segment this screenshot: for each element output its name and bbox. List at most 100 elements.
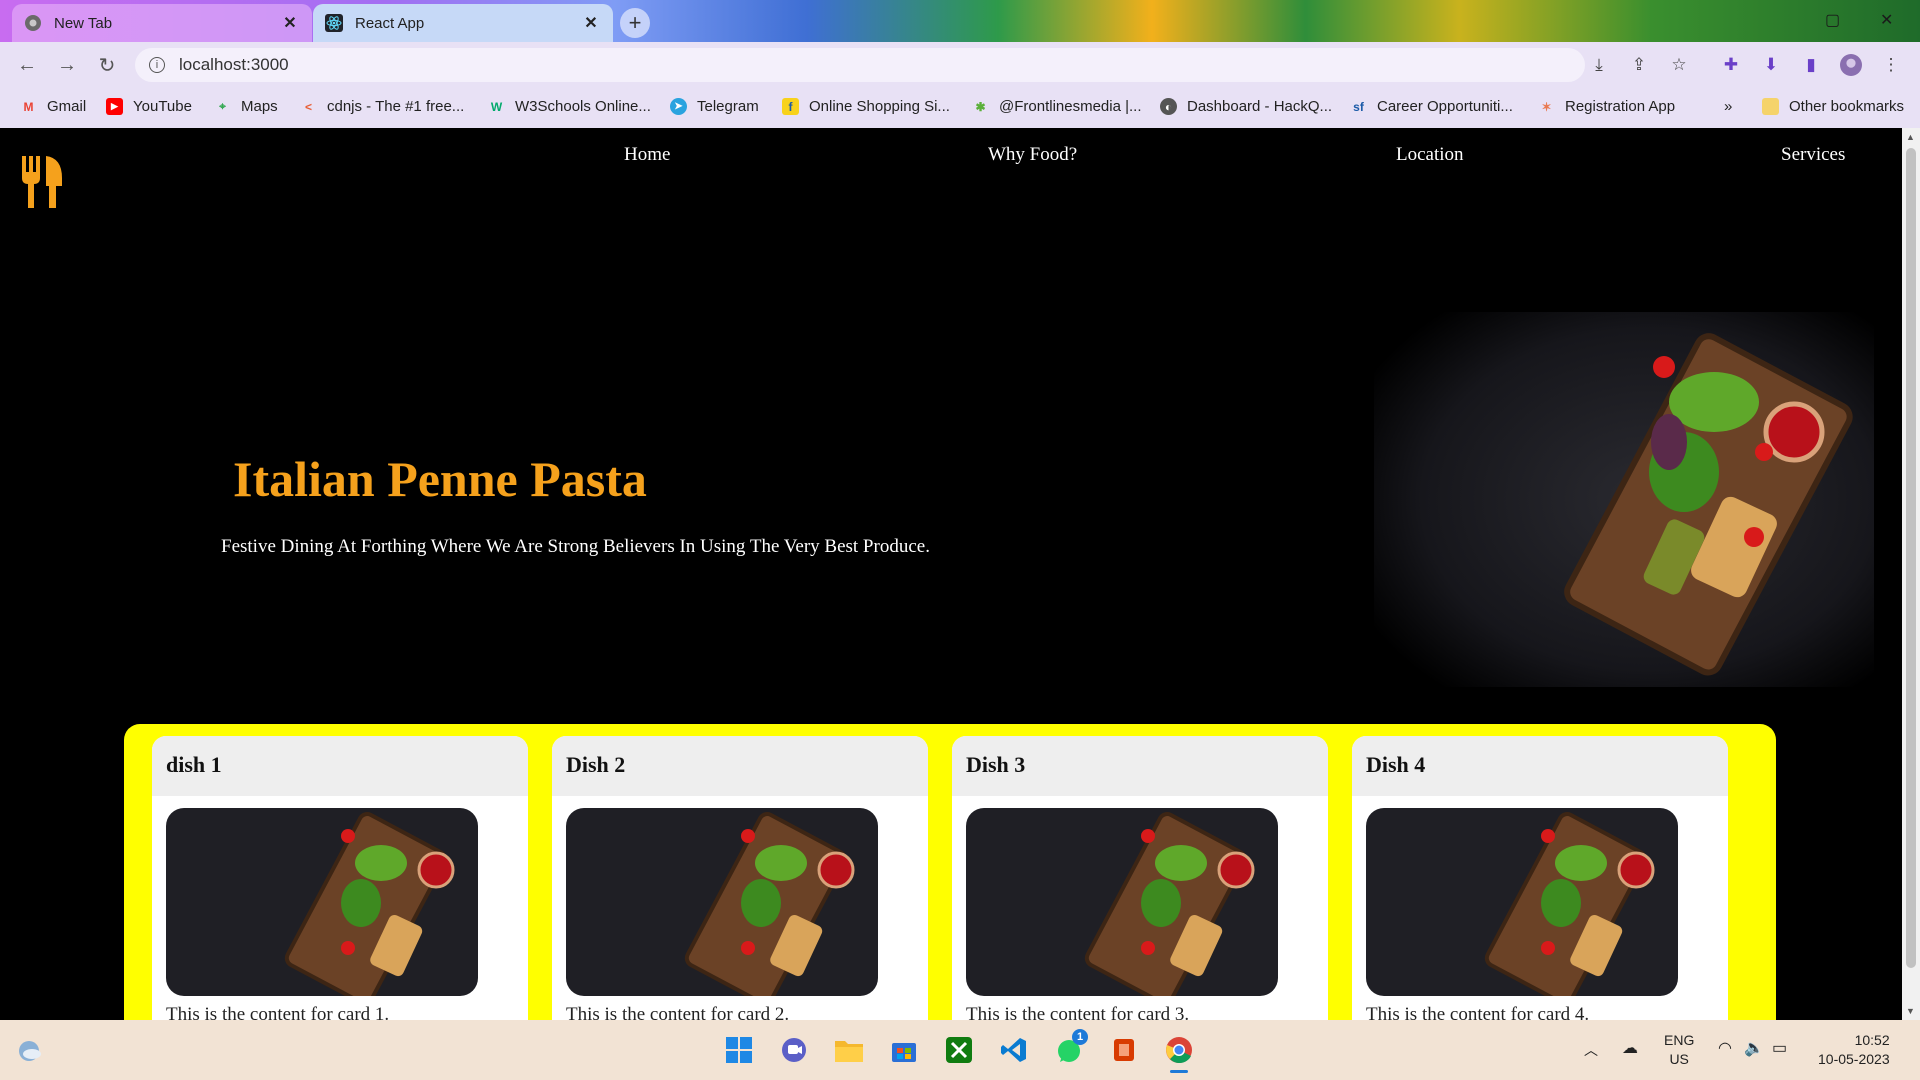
page-viewport: Home Why Food? Location Services Italian… (0, 128, 1920, 1020)
dish-card[interactable]: Dish 2 This is the content for card 2. (552, 736, 928, 1020)
office-icon[interactable] (1107, 1033, 1141, 1067)
whatsapp-icon[interactable]: 1 (1052, 1029, 1088, 1067)
bookmark-label: Dashboard - HackQ... (1187, 98, 1333, 115)
file-explorer-icon[interactable] (832, 1033, 866, 1067)
date-label: 10-05-2023 (1818, 1051, 1890, 1067)
flipkart-icon: f (782, 98, 799, 115)
bookmark-hackq[interactable]: ◐ Dashboard - HackQ... (1160, 98, 1332, 115)
reload-icon[interactable]: ↻ (94, 52, 120, 78)
browser-toolbar: ← → ↻ i localhost:3000 ⤓ ⇪ ☆ ✚ ⬇ ▮ ⋮ (0, 42, 1920, 88)
site-info-icon[interactable]: i (149, 57, 165, 73)
teams-icon[interactable] (777, 1033, 811, 1067)
card-content: This is the content for card 2. (566, 1004, 790, 1020)
language-label: ENG (1664, 1032, 1695, 1048)
card-title: dish 1 (152, 736, 528, 796)
wifi-icon[interactable]: ◠ (1718, 1038, 1732, 1058)
nav-services[interactable]: Services (1781, 144, 1845, 166)
bookmark-label: YouTube (133, 98, 192, 115)
battery-icon[interactable]: ▭ (1772, 1038, 1787, 1058)
tab-new-tab[interactable]: New Tab ✕ (12, 4, 312, 42)
bookmark-telegram[interactable]: ➤ Telegram (670, 98, 759, 115)
avatar[interactable] (1840, 54, 1862, 76)
extensions-icon[interactable]: ✚ (1720, 54, 1742, 76)
dish-cards-container: dish 1 This is the content for card 1. D… (124, 724, 1776, 1020)
bookmark-star-icon[interactable]: ☆ (1668, 54, 1690, 76)
downloads-icon[interactable]: ⬇ (1760, 54, 1782, 76)
other-bookmarks[interactable]: Other bookmarks (1762, 98, 1904, 115)
windows-start-icon[interactable] (722, 1033, 756, 1067)
bookmark-cdnjs[interactable]: < cdnjs - The #1 free... (300, 98, 464, 115)
folder-icon (1762, 98, 1779, 115)
scroll-up-icon[interactable]: ▲ (1906, 132, 1915, 142)
frontlines-icon: ✱ (975, 99, 986, 114)
dish-card[interactable]: Dish 3 This is the content for card 3. (952, 736, 1328, 1020)
close-icon[interactable]: ✕ (581, 13, 601, 33)
notification-badge: 1 (1072, 1029, 1088, 1045)
tab-label: React App (355, 14, 425, 32)
bookmark-frontlines[interactable]: ✱ @Frontlinesmedia |... (972, 98, 1142, 115)
browser-tab-strip: New Tab ✕ React App ✕ + ▢ ✕ (0, 0, 1920, 42)
share-icon[interactable]: ⇪ (1628, 54, 1650, 76)
weather-icon[interactable] (12, 1033, 46, 1067)
url-text: localhost:3000 (179, 55, 289, 74)
bookmark-salesforce[interactable]: sf Career Opportuniti... (1350, 98, 1513, 115)
back-icon[interactable]: ← (14, 52, 40, 78)
card-title: Dish 2 (552, 736, 928, 796)
dish-image (966, 808, 1278, 996)
vscode-icon[interactable] (997, 1033, 1031, 1067)
dish-image (566, 808, 878, 996)
hackq-icon: ◐ (1160, 98, 1177, 115)
bookmark-registration[interactable]: ✶ Registration App (1538, 98, 1675, 115)
bookmark-label: Gmail (47, 98, 87, 115)
bookmark-maps[interactable]: ⌖ Maps (214, 98, 278, 115)
scroll-down-icon[interactable]: ▼ (1906, 1006, 1915, 1016)
card-title: Dish 4 (1352, 736, 1728, 796)
chevron-up-icon[interactable]: ︿ (1584, 1040, 1598, 1060)
dish-card[interactable]: dish 1 This is the content for card 1. (152, 736, 528, 1020)
forward-icon[interactable]: → (54, 52, 80, 78)
dish-card[interactable]: Dish 4 This is the content for card 4. (1352, 736, 1728, 1020)
microsoft-store-icon[interactable] (887, 1033, 921, 1067)
cdnjs-icon: < (304, 99, 312, 114)
bookmark-w3schools[interactable]: W W3Schools Online... (488, 98, 651, 115)
bookmark-label: @Frontlinesmedia |... (999, 98, 1142, 115)
bookmark-flipkart[interactable]: f Online Shopping Si... (782, 98, 950, 115)
close-icon[interactable]: ✕ (280, 13, 300, 33)
bookmark-youtube[interactable]: ▶ YouTube (106, 98, 192, 115)
maps-icon: ⌖ (219, 99, 226, 113)
hero-food-image (1374, 312, 1874, 687)
window-close-icon[interactable]: ✕ (1880, 10, 1893, 30)
nav-home[interactable]: Home (624, 144, 670, 166)
time-label: 10:52 (1854, 1032, 1890, 1048)
side-panel-icon[interactable]: ▮ (1800, 54, 1822, 76)
more-menu-icon[interactable]: ⋮ (1880, 54, 1902, 76)
bookmark-gmail[interactable]: M Gmail (20, 98, 87, 115)
install-app-icon[interactable]: ⤓ (1588, 54, 1610, 76)
maximize-icon[interactable]: ▢ (1825, 10, 1840, 30)
youtube-icon: ▶ (106, 98, 123, 115)
page-scrollbar[interactable]: ▲ ▼ (1902, 128, 1920, 1020)
scrollbar-thumb[interactable] (1906, 148, 1916, 968)
chevron-right-icon: » (1724, 98, 1733, 115)
nav-location[interactable]: Location (1396, 144, 1464, 166)
telegram-icon: ➤ (670, 98, 687, 115)
xbox-icon[interactable] (942, 1033, 976, 1067)
fork-knife-icon[interactable] (22, 156, 64, 208)
tab-react-app[interactable]: React App ✕ (313, 4, 613, 42)
new-tab-button[interactable]: + (620, 8, 650, 38)
chrome-icon[interactable] (1162, 1033, 1196, 1073)
bookmark-label: Career Opportuniti... (1377, 98, 1513, 115)
salesforce-icon: sf (1353, 99, 1364, 114)
nav-why-food[interactable]: Why Food? (988, 144, 1077, 166)
card-content: This is the content for card 3. (966, 1004, 1190, 1020)
card-title: Dish 3 (952, 736, 1328, 796)
bookmarks-overflow-button[interactable]: » (1724, 98, 1732, 115)
volume-icon[interactable]: 🔈 (1744, 1038, 1764, 1058)
language-indicator[interactable]: ENG US (1664, 1031, 1694, 1069)
card-content: This is the content for card 4. (1366, 1004, 1590, 1020)
gmail-icon: M (23, 99, 34, 114)
clock[interactable]: 10:52 10-05-2023 (1818, 1031, 1890, 1069)
active-indicator (1170, 1070, 1188, 1073)
cloud-offline-icon[interactable]: ☁ (1622, 1038, 1638, 1058)
address-bar[interactable]: i localhost:3000 (135, 48, 1585, 82)
